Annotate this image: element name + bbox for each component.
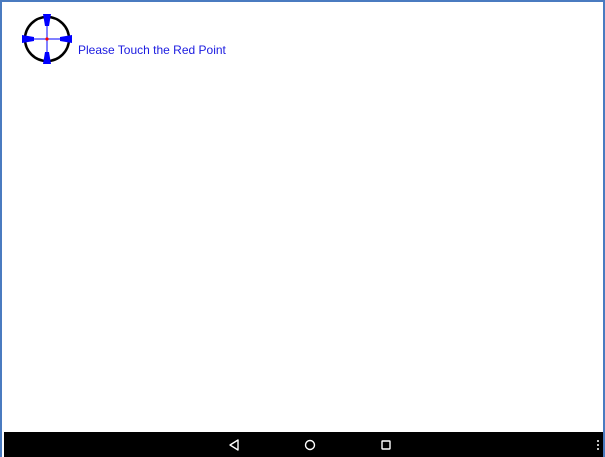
red-point (45, 37, 49, 41)
crosshair-target-icon[interactable] (22, 14, 72, 64)
overflow-menu-icon (597, 439, 599, 450)
home-button[interactable] (300, 432, 320, 457)
home-circle-icon (304, 439, 316, 450)
back-button[interactable] (224, 432, 244, 457)
calibration-screen[interactable]: Please Touch the Red Point (0, 0, 605, 457)
overflow-menu-button[interactable] (592, 432, 604, 457)
recents-button[interactable] (376, 432, 396, 457)
calibration-instruction: Please Touch the Red Point (78, 43, 226, 57)
back-triangle-icon (229, 438, 239, 451)
recents-square-icon (381, 439, 391, 450)
android-navigation-bar (4, 432, 603, 457)
